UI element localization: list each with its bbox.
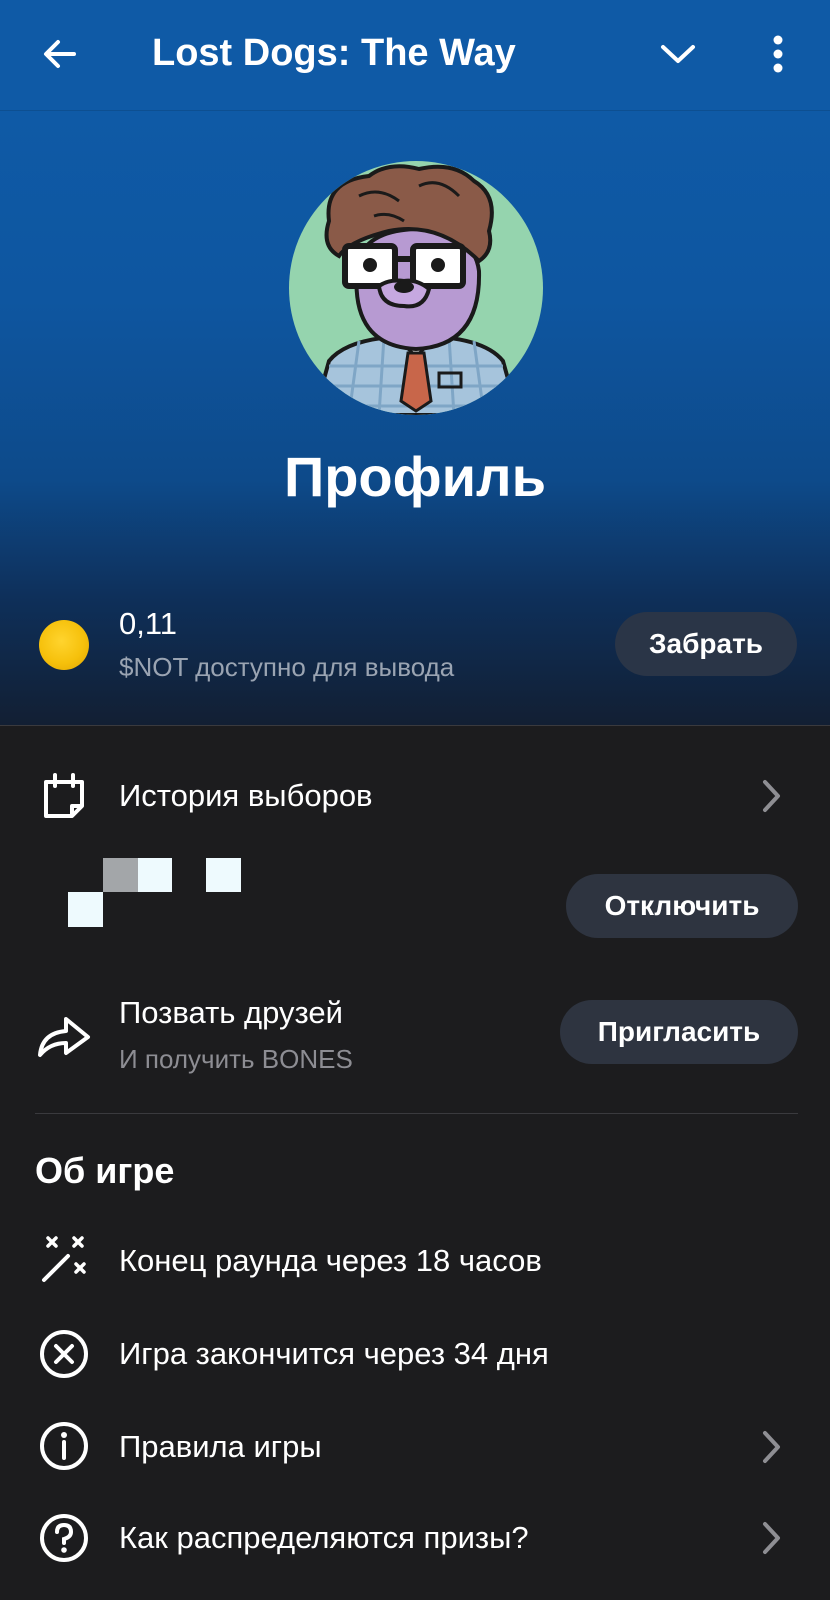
more-vertical-icon — [773, 35, 783, 73]
rules-link[interactable]: Правила игры — [119, 1427, 322, 1467]
dog-avatar-illustration — [311, 164, 521, 415]
back-button[interactable] — [32, 26, 88, 82]
balance-amount: 0,11 — [119, 606, 178, 641]
more-menu-button[interactable] — [750, 26, 806, 82]
history-link[interactable]: История выборов — [119, 776, 373, 816]
game-end-text: Игра закончится через 34 дня — [119, 1336, 549, 1371]
chevron-right-icon — [763, 1522, 780, 1554]
invite-caption: И получить BONES — [119, 1044, 353, 1074]
claim-button[interactable]: Забрать — [615, 612, 797, 676]
round-end-text: Конец раунда через 18 часов — [119, 1243, 542, 1278]
chevron-right-icon — [763, 1431, 780, 1463]
disconnect-button[interactable]: Отключить — [566, 874, 798, 938]
prizes-icon-wrap — [36, 1510, 92, 1566]
collapse-button[interactable] — [650, 26, 706, 82]
invite-icon-wrap — [36, 1008, 92, 1064]
divider — [35, 1113, 798, 1114]
prizes-chevron[interactable] — [756, 1518, 786, 1558]
invite-button[interactable]: Пригласить — [560, 1000, 798, 1064]
question-icon — [40, 1514, 88, 1562]
rules-chevron[interactable] — [756, 1427, 786, 1467]
chevron-right-icon — [763, 780, 780, 812]
history-icon-wrap — [36, 768, 92, 824]
not-coin-icon — [39, 620, 89, 670]
page-title: Профиль — [283, 445, 547, 508]
divider — [0, 725, 830, 726]
about-section-title: Об игре — [35, 1150, 175, 1191]
magic-wand-icon — [42, 1236, 86, 1282]
app-title: Lost Dogs: The Way — [152, 32, 516, 74]
balance-caption: $NOT доступно для вывода — [119, 652, 455, 682]
prizes-link[interactable]: Как распределяются призы? — [119, 1518, 529, 1558]
arrow-left-icon — [44, 40, 76, 68]
calendar-icon — [44, 773, 84, 818]
balance-row: 0,11 $NOT доступно для вывода Забрать — [0, 600, 830, 690]
round-end-icon-wrap — [36, 1232, 92, 1288]
avatar — [289, 161, 543, 415]
invite-label: Позвать друзей — [119, 995, 343, 1030]
game-end-icon-wrap — [36, 1326, 92, 1382]
top-bar: Lost Dogs: The Way — [0, 0, 830, 111]
chevron-down-icon — [661, 45, 695, 63]
close-circle-icon — [40, 1330, 88, 1378]
share-arrow-icon — [38, 1017, 90, 1057]
rules-icon-wrap — [36, 1418, 92, 1474]
info-icon — [40, 1422, 88, 1470]
history-chevron[interactable] — [756, 776, 786, 816]
